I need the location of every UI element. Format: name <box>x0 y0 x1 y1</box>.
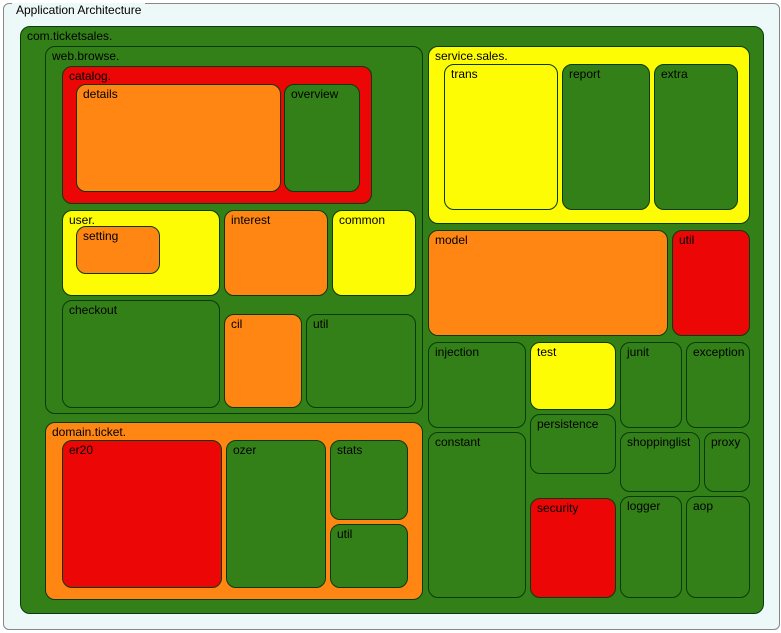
node-label: er20 <box>69 443 93 457</box>
node-user-label: user. <box>69 213 95 227</box>
node-persistence[interactable]: persistence <box>530 414 616 474</box>
node-test[interactable]: test <box>530 342 616 410</box>
node-label: exception <box>693 345 744 359</box>
node-label: details <box>83 87 118 101</box>
node-ozer[interactable]: ozer <box>226 440 326 588</box>
node-util-domain[interactable]: util <box>330 524 408 588</box>
node-shoppinglist[interactable]: shoppinglist <box>620 432 700 492</box>
node-util-webbrowse[interactable]: util <box>306 314 416 408</box>
node-label: interest <box>231 213 270 227</box>
node-constant[interactable]: constant <box>428 432 526 598</box>
node-label: injection <box>435 345 479 359</box>
node-web-browse-label: web.browse. <box>52 49 119 63</box>
node-label: overview <box>291 87 338 101</box>
node-stats[interactable]: stats <box>330 440 408 520</box>
node-label: test <box>537 345 556 359</box>
node-cil[interactable]: cil <box>224 314 302 408</box>
node-root-label: com.ticketsales. <box>27 29 112 43</box>
node-er20[interactable]: er20 <box>62 440 222 588</box>
node-label: extra <box>661 67 688 81</box>
node-extra[interactable]: extra <box>654 64 738 210</box>
node-label: util <box>679 233 694 247</box>
node-report[interactable]: report <box>562 64 650 210</box>
node-label: persistence <box>537 417 598 431</box>
node-exception[interactable]: exception <box>686 342 750 428</box>
node-user-setting[interactable]: setting <box>76 226 160 274</box>
node-label: proxy <box>711 435 740 449</box>
node-label: shoppinglist <box>627 435 690 449</box>
node-label: setting <box>83 229 118 243</box>
node-model[interactable]: model <box>428 230 668 336</box>
node-label: stats <box>337 443 362 457</box>
treemap: com.ticketsales. web.browse. catalog. de… <box>20 26 764 614</box>
node-logger[interactable]: logger <box>620 496 682 598</box>
node-service-sales-label: service.sales. <box>435 49 508 63</box>
node-interest[interactable]: interest <box>224 210 328 296</box>
node-junit[interactable]: junit <box>620 342 682 428</box>
node-label: checkout <box>69 303 117 317</box>
node-label: util <box>337 527 352 541</box>
node-label: util <box>313 317 328 331</box>
node-common[interactable]: common <box>332 210 416 296</box>
node-catalog-label: catalog. <box>69 69 111 83</box>
node-label: junit <box>627 345 649 359</box>
node-label: cil <box>231 317 242 331</box>
node-label: trans <box>451 67 478 81</box>
node-label: logger <box>627 499 660 513</box>
frame-title: Application Architecture <box>12 3 145 17</box>
node-label: ozer <box>233 443 256 457</box>
node-security[interactable]: security <box>530 498 616 598</box>
node-aop[interactable]: aop <box>686 496 750 598</box>
node-catalog-overview[interactable]: overview <box>284 84 360 192</box>
node-label: aop <box>693 499 713 513</box>
node-label: common <box>339 213 385 227</box>
app-frame: Application Architecture com.ticketsales… <box>3 3 780 630</box>
node-label: constant <box>435 435 480 449</box>
node-trans[interactable]: trans <box>444 64 558 210</box>
node-proxy[interactable]: proxy <box>704 432 750 492</box>
node-domain-ticket-label: domain.ticket. <box>52 425 126 439</box>
node-label: report <box>569 67 600 81</box>
node-util-right[interactable]: util <box>672 230 750 336</box>
node-label: model <box>435 233 468 247</box>
node-label: security <box>537 501 578 515</box>
node-catalog-details[interactable]: details <box>76 84 281 192</box>
node-injection[interactable]: injection <box>428 342 526 428</box>
node-checkout[interactable]: checkout <box>62 300 220 408</box>
